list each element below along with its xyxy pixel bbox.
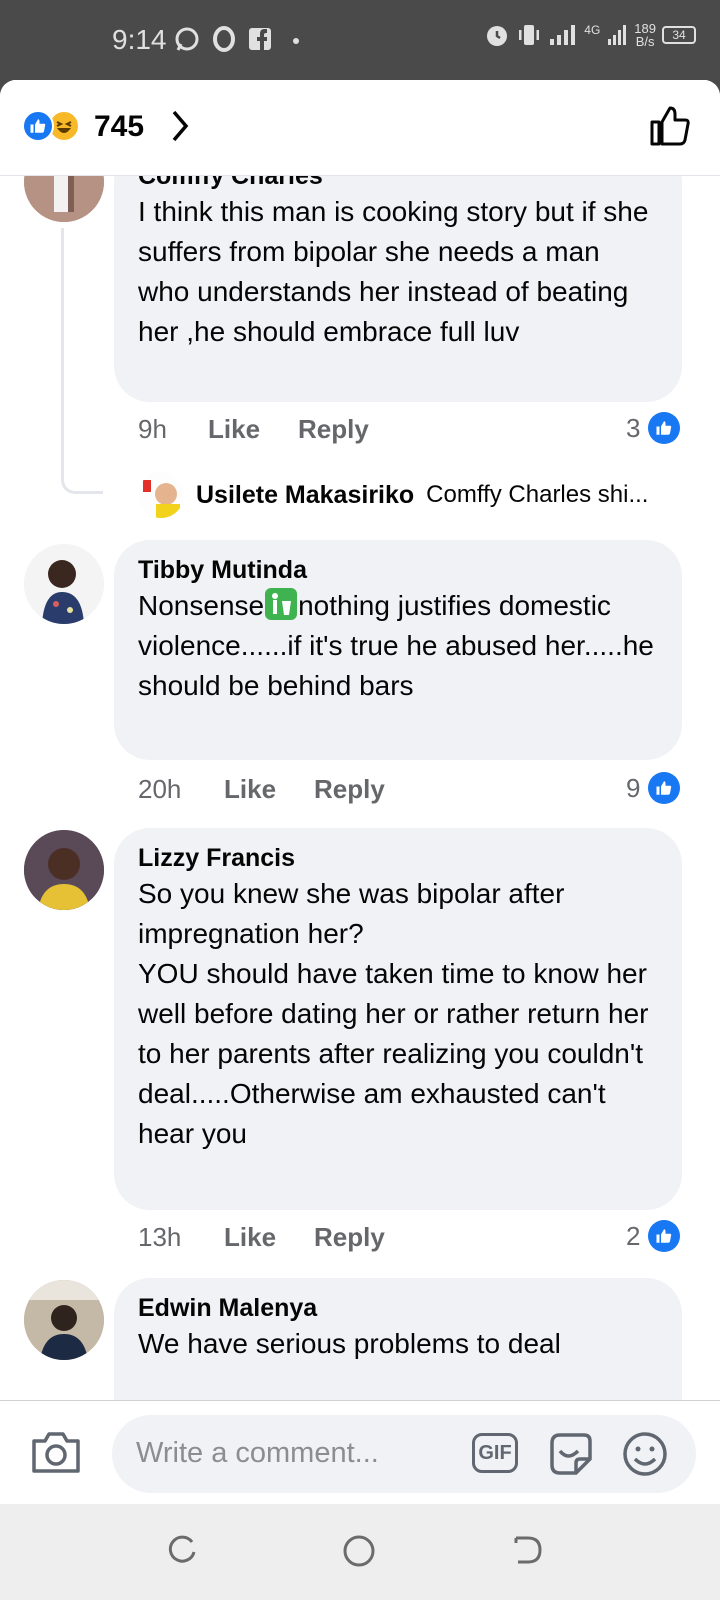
comment-composer: GIF bbox=[0, 1400, 720, 1504]
thread-connector bbox=[61, 228, 103, 494]
comment-author[interactable]: Edwin Malenya bbox=[138, 1292, 658, 1324]
comments-list: Comffy Charles I think this man is cooki… bbox=[0, 176, 720, 1476]
comment-meta: 9h Like Reply bbox=[138, 414, 369, 445]
status-system-icons: 4G 189 B/s 34 bbox=[484, 22, 696, 48]
comment-author[interactable]: Comffy Charles bbox=[138, 176, 658, 192]
status-time: 9:14 bbox=[112, 24, 167, 55]
avatar[interactable] bbox=[24, 176, 104, 222]
comment-author[interactable]: Lizzy Francis bbox=[138, 842, 658, 874]
reactions-summary[interactable] bbox=[22, 110, 80, 142]
comment-author[interactable]: Tibby Mutinda bbox=[138, 554, 658, 586]
comment-text: Nonsense nothing justifies domestic viole… bbox=[138, 586, 658, 706]
like-link[interactable]: Like bbox=[208, 414, 298, 445]
facebook-icon bbox=[249, 28, 271, 51]
comment-time: 20h bbox=[138, 774, 182, 804]
comment-meta: 13h Like Reply bbox=[138, 1222, 385, 1253]
reaction-header: 745 bbox=[0, 80, 720, 176]
network-type: 4G bbox=[584, 23, 601, 37]
comment-text: So you knew she was bipolar after impreg… bbox=[138, 878, 649, 1149]
like-icon bbox=[648, 412, 681, 444]
battery-icon: 34 bbox=[662, 26, 696, 44]
vibrate-icon bbox=[519, 25, 540, 45]
sticker-icon[interactable] bbox=[544, 1429, 594, 1479]
like-icon bbox=[648, 772, 681, 804]
like-reaction-icon bbox=[22, 110, 54, 142]
avatar[interactable] bbox=[24, 544, 104, 624]
status-bar: 9:14 4G 189 B/s 34 bbox=[0, 0, 720, 80]
comment-bubble[interactable]: Tibby Mutinda Nonsense nothing justifies … bbox=[114, 540, 682, 760]
comment-like-count[interactable]: 9 bbox=[626, 772, 681, 804]
recent-apps-icon[interactable] bbox=[166, 1534, 198, 1566]
comment-time: 13h bbox=[138, 1222, 182, 1252]
more-notifications-dot-icon bbox=[293, 38, 299, 44]
back-icon[interactable] bbox=[510, 1534, 544, 1566]
chevron-right-icon[interactable] bbox=[168, 108, 192, 144]
reply-link[interactable]: Reply bbox=[314, 774, 385, 805]
status-notification-icons bbox=[174, 26, 308, 52]
reply-preview[interactable]: Usilete Makasiriko Comffy Charles shi... bbox=[138, 472, 648, 518]
reply-author: Usilete Makasiriko bbox=[196, 480, 415, 509]
comment-like-count[interactable]: 2 bbox=[626, 1220, 681, 1252]
comment-text: We have serious problems to deal bbox=[138, 1328, 561, 1359]
comment-bubble[interactable]: Lizzy Francis So you knew she was bipola… bbox=[114, 828, 682, 1210]
like-button-icon[interactable] bbox=[648, 104, 692, 148]
comment-time: 9h bbox=[138, 414, 167, 444]
litter-bin-emoji-icon bbox=[265, 588, 298, 620]
comment-input[interactable] bbox=[136, 1433, 436, 1473]
comment-input-container[interactable]: GIF bbox=[112, 1415, 696, 1493]
signal-icon-2 bbox=[608, 25, 627, 45]
alarm-icon bbox=[487, 26, 508, 46]
avatar bbox=[138, 472, 184, 518]
reaction-count[interactable]: 745 bbox=[94, 110, 144, 144]
opera-icon bbox=[213, 26, 235, 52]
camera-icon[interactable] bbox=[30, 1429, 82, 1475]
reply-link[interactable]: Reply bbox=[314, 1222, 385, 1253]
avatar[interactable] bbox=[24, 1280, 104, 1360]
like-icon bbox=[648, 1220, 681, 1252]
whatsapp-icon bbox=[175, 27, 199, 51]
reply-link[interactable]: Reply bbox=[298, 414, 369, 445]
like-link[interactable]: Like bbox=[224, 1222, 314, 1253]
comment-meta: 20h Like Reply bbox=[138, 774, 385, 805]
gif-button[interactable]: GIF bbox=[472, 1433, 518, 1473]
comment-like-count[interactable]: 3 bbox=[626, 412, 681, 444]
reply-snippet: Comffy Charles shi... bbox=[426, 481, 649, 508]
emoji-icon[interactable] bbox=[620, 1429, 670, 1479]
net-speed: 189 B/s bbox=[634, 21, 656, 49]
signal-icon bbox=[550, 25, 576, 45]
home-icon[interactable] bbox=[342, 1534, 376, 1568]
comment-text: I think this man is cooking story but if… bbox=[138, 196, 649, 347]
comment-bubble[interactable]: Comffy Charles I think this man is cooki… bbox=[114, 176, 682, 402]
comments-sheet: 745 Comffy Charles I think this man is c… bbox=[0, 80, 720, 1504]
avatar[interactable] bbox=[24, 830, 104, 910]
like-link[interactable]: Like bbox=[224, 774, 314, 805]
system-navigation-bar bbox=[0, 1504, 720, 1600]
